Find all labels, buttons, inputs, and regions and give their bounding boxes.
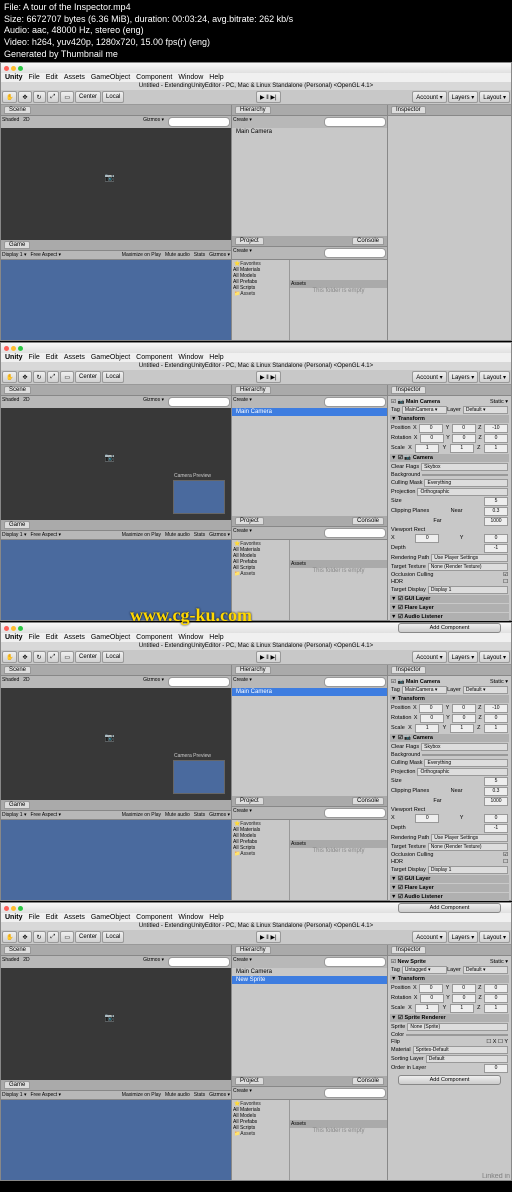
thumbnail-frame-1: UnityFileEditAssetsGameObjectComponentWi…: [0, 62, 512, 341]
inspector-panel: [388, 116, 511, 120]
scale-tool-icon: ⤢: [47, 91, 60, 103]
game-view[interactable]: [1, 259, 231, 340]
inspector-tab[interactable]: Inspector: [388, 105, 511, 116]
project-tab[interactable]: ProjectConsole: [232, 236, 387, 247]
camera-icon: 📷: [105, 173, 115, 182]
scene-tab[interactable]: Scene: [1, 105, 231, 116]
hierarchy-item: Main Camera: [232, 128, 387, 136]
rotate-tool-icon: ↻: [33, 91, 46, 103]
rect-tool-icon: ▭: [60, 91, 74, 103]
move-tool-icon: ✥: [18, 91, 31, 103]
hierarchy-tab[interactable]: Hierarchy: [232, 105, 387, 116]
watermark: www.cg-ku.com: [130, 605, 252, 626]
main-toolbar[interactable]: ✋✥↻⤢▭CenterLocal ▶ ‖ ▶| Account ▾Layers …: [1, 90, 511, 105]
camera-preview: [173, 480, 225, 514]
add-component-button[interactable]: Add Component: [398, 623, 501, 633]
menu-bar[interactable]: UnityFileEditAssetsGameObjectComponentWi…: [1, 73, 511, 82]
thumbnail-frame-2: UnityFileEditAssetsGameObjectComponentWi…: [0, 342, 512, 621]
hierarchy-item-selected[interactable]: New Sprite: [232, 976, 387, 984]
thumbnail-frame-3: UnityFileEditAssetsGameObjectComponentWi…: [0, 622, 512, 901]
game-tab[interactable]: Game: [1, 240, 231, 251]
file-metadata: File: A tour of the Inspector.mp4 Size: …: [0, 0, 512, 62]
play-button: ▶ ‖ ▶|: [256, 91, 281, 103]
project-panel[interactable]: ⭐FavoritesAll MaterialsAll ModelsAll Pre…: [232, 259, 387, 340]
scene-view[interactable]: 📷: [1, 128, 231, 240]
thumbnail-frame-4: UnityFileEditAssetsGameObjectComponentWi…: [0, 902, 512, 1181]
hierarchy-panel[interactable]: Main Camera: [232, 128, 387, 236]
hand-tool-icon: ✋: [2, 91, 17, 103]
hierarchy-item-selected[interactable]: Main Camera: [232, 408, 387, 416]
inspector-panel[interactable]: ☑ 📷 Main CameraStatic ▾ TagMainCamera ▾L…: [388, 396, 511, 637]
window-title: Untitled - ExtendingUnityEditor - PC, Ma…: [1, 82, 511, 90]
